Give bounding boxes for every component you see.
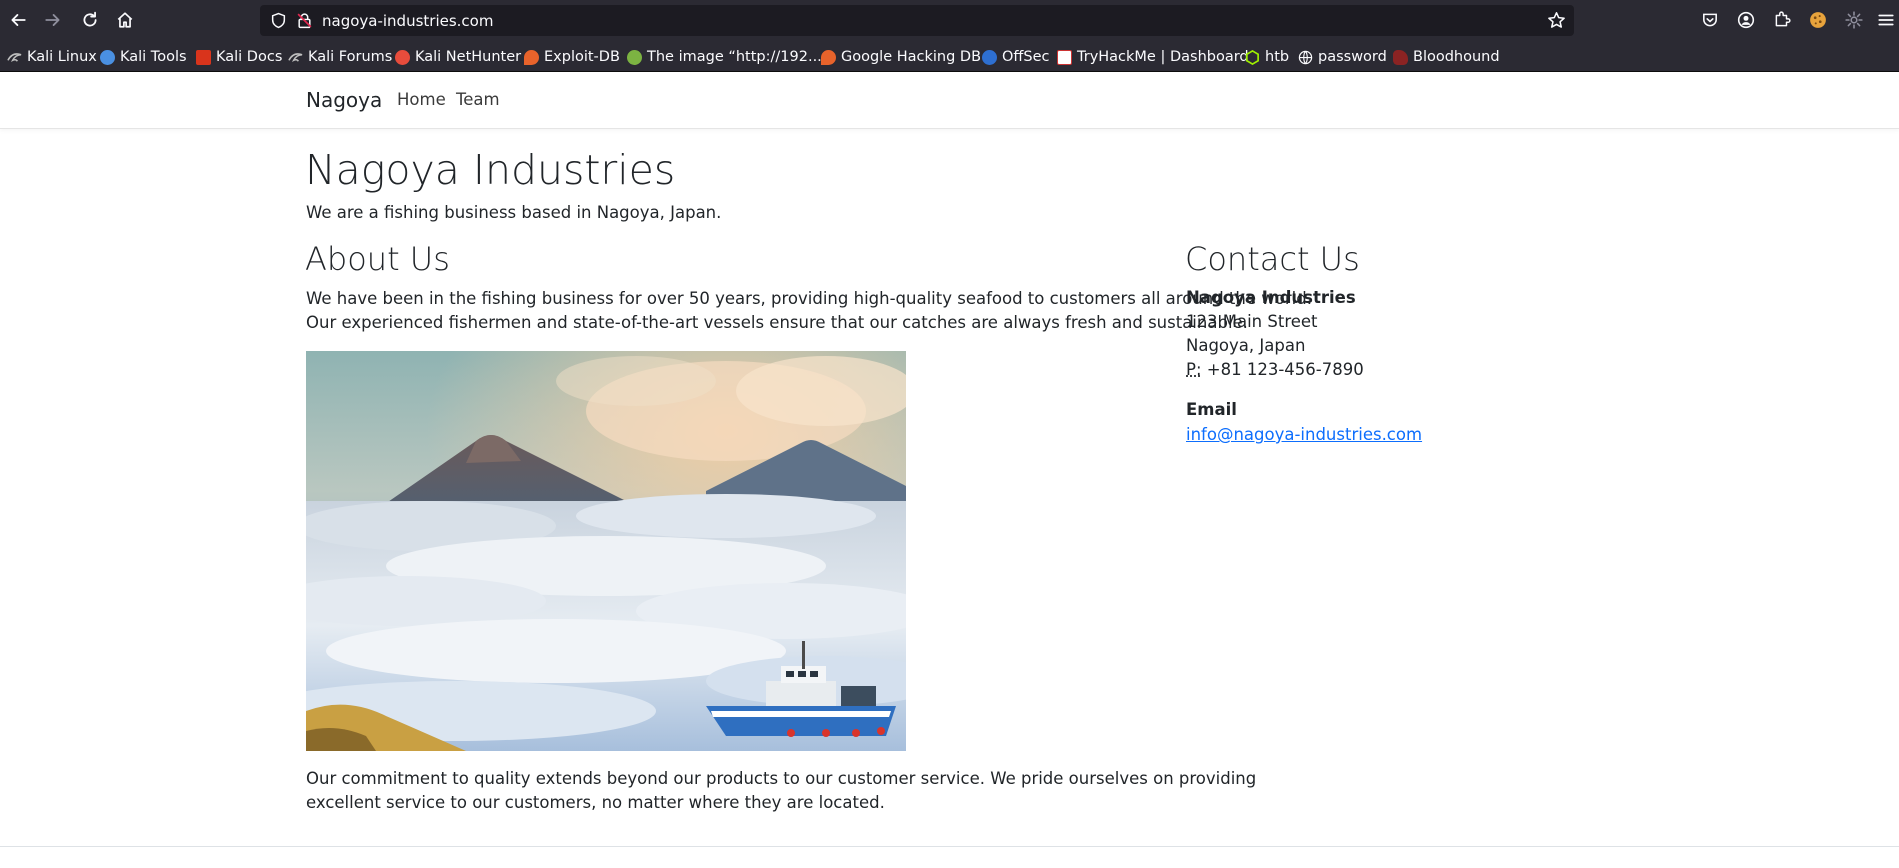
puzzle-icon: [1775, 11, 1791, 27]
bookmark-htb[interactable]: htb: [1245, 47, 1289, 67]
hamburger-menu-icon: [1878, 14, 1894, 26]
ghdb-icon: [821, 49, 836, 65]
kali-forums-icon: [288, 50, 303, 65]
reload-button[interactable]: [78, 8, 102, 32]
globe-icon: [1298, 50, 1313, 65]
browser-toolbar: nagoya-industries.com: [0, 0, 1899, 41]
shield-icon[interactable]: [270, 12, 287, 29]
bookmark-exploit-db[interactable]: Exploit-DB: [524, 47, 620, 67]
mountain-boat-photo: [306, 351, 906, 751]
bookmark-google-hacking-db[interactable]: Google Hacking DB: [821, 47, 981, 67]
account-icon: [1737, 11, 1755, 29]
bookmark-label: Kali Forums: [308, 49, 393, 65]
forward-button[interactable]: [41, 8, 65, 32]
bookmark-label: The image “http://192....: [647, 49, 827, 65]
extensions-button[interactable]: [1771, 9, 1793, 31]
bookmark-star-icon[interactable]: [1547, 11, 1566, 30]
kali-docs-icon: [196, 49, 211, 65]
about-paragraph-line: We have been in the fishing business for…: [306, 289, 1312, 308]
account-button[interactable]: [1735, 9, 1757, 31]
image-icon: [627, 49, 642, 65]
bookmark-label: TryHackMe | Dashboard: [1077, 49, 1249, 65]
bookmark-label: password: [1318, 49, 1387, 65]
bookmark-tryhackme[interactable]: TryHackMe | Dashboard: [1057, 47, 1249, 67]
bookmark-password[interactable]: password: [1298, 47, 1387, 67]
bookmark-offsec[interactable]: OffSec: [982, 47, 1050, 67]
bookmark-label: OffSec: [1002, 49, 1050, 65]
settings-extension-button[interactable]: [1843, 9, 1865, 31]
bookmark-label: Kali Docs: [216, 49, 283, 65]
bookmark-kali-forums[interactable]: Kali Forums: [288, 47, 392, 67]
reload-icon: [83, 11, 97, 27]
bookmark-label: Bloodhound: [1413, 49, 1500, 65]
contact-city: Nagoya, Japan: [1186, 336, 1306, 355]
contact-heading: Contact Us: [1185, 240, 1360, 278]
pocket-button[interactable]: [1699, 9, 1721, 31]
bookmark-bloodhound[interactable]: Bloodhound: [1393, 47, 1500, 67]
arrow-right-icon: [45, 14, 60, 26]
url-text[interactable]: nagoya-industries.com: [322, 12, 493, 30]
address-bar[interactable]: nagoya-industries.com: [260, 5, 1574, 36]
contact-street: 123 Main Street: [1186, 312, 1318, 331]
contact-company: Nagoya Industries: [1186, 288, 1356, 307]
footer-divider: [0, 846, 1899, 847]
bookmark-kali-nethunter[interactable]: Kali NetHunter: [395, 47, 521, 67]
nav-team-link[interactable]: Team: [456, 90, 500, 109]
phone-label: P:: [1186, 360, 1202, 379]
commitment-paragraph-line: excellent service to our customers, no m…: [306, 793, 885, 812]
home-icon: [117, 12, 133, 28]
bookmark-label: Kali NetHunter: [415, 49, 522, 65]
bookmark-label: Exploit-DB: [544, 49, 620, 65]
email-heading: Email: [1186, 400, 1237, 419]
back-button[interactable]: [6, 8, 30, 32]
menu-button[interactable]: [1875, 9, 1897, 31]
bookmark-kali-docs[interactable]: Kali Docs: [196, 47, 282, 67]
bookmark-kali-linux[interactable]: Kali Linux: [7, 47, 97, 67]
offsec-icon: [982, 49, 997, 65]
bookmark-label: Kali Tools: [120, 49, 187, 65]
page-title: Nagoya Industries: [305, 146, 676, 194]
email-link[interactable]: info@nagoya-industries.com: [1186, 425, 1422, 444]
contact-phone-row: P: +81 123-456-7890: [1186, 360, 1364, 379]
htb-icon: [1245, 49, 1260, 65]
bookmark-label: Google Hacking DB: [841, 49, 982, 65]
commitment-paragraph-line: Our commitment to quality extends beyond…: [306, 769, 1257, 788]
gear-icon: [1845, 11, 1863, 29]
lock-icon[interactable]: [296, 12, 313, 29]
bookmark-kali-tools[interactable]: Kali Tools: [100, 47, 187, 67]
cookie-icon: [1810, 12, 1826, 28]
bloodhound-icon: [1393, 49, 1408, 65]
bookmark-label: Kali Linux: [27, 49, 97, 65]
site-navbar: Nagoya Home Team: [0, 72, 1899, 129]
about-paragraph-line: Our experienced fishermen and state-of-t…: [306, 313, 1248, 332]
phone-number: +81 123-456-7890: [1206, 360, 1364, 379]
arrow-left-icon: [11, 14, 26, 26]
bookmarks-toolbar: Kali Linux Kali Tools Kali Docs Kali For…: [0, 41, 1899, 72]
nethunter-icon: [395, 49, 410, 65]
kali-icon: [7, 50, 22, 65]
page-subtitle: We are a fishing business based in Nagoy…: [306, 203, 722, 222]
about-heading: About Us: [305, 240, 450, 278]
bookmark-image[interactable]: The image “http://192....: [627, 47, 826, 67]
exploit-db-icon: [524, 49, 539, 65]
kali-tools-icon: [100, 49, 115, 65]
home-button[interactable]: [113, 8, 137, 32]
bookmark-label: htb: [1265, 49, 1290, 65]
pocket-icon: [1703, 13, 1717, 27]
brand-link[interactable]: Nagoya: [306, 88, 382, 112]
cookie-extension-button[interactable]: [1807, 9, 1829, 31]
nav-home-link[interactable]: Home: [397, 90, 446, 109]
tryhackme-icon: [1057, 49, 1072, 65]
